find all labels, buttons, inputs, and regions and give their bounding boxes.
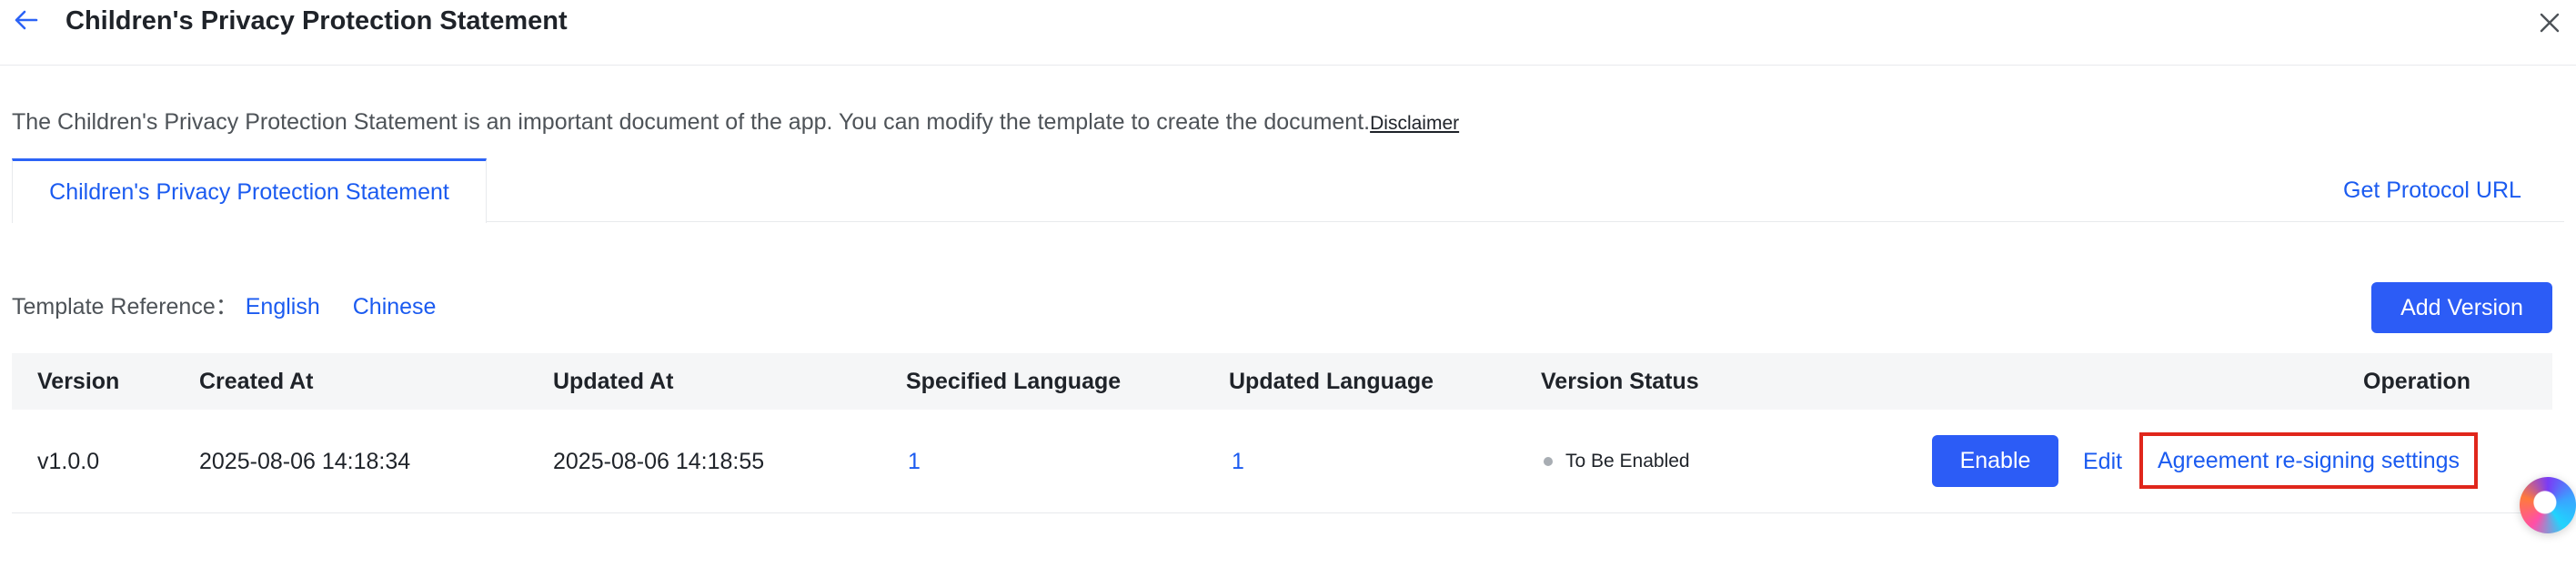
column-updated-language: Updated Language xyxy=(1229,369,1434,394)
column-version-status: Version Status xyxy=(1541,369,1699,394)
disclaimer-link[interactable]: Disclaimer xyxy=(1370,113,1459,134)
status-dot xyxy=(1544,457,1553,466)
version-cell: v1.0.0 xyxy=(37,449,100,474)
add-version-button[interactable]: Add Version xyxy=(2371,282,2552,333)
get-protocol-url-link[interactable]: Get Protocol URL xyxy=(2343,175,2521,206)
tab-childrens-privacy-statement[interactable]: Children's Privacy Protection Statement xyxy=(12,158,487,223)
column-created-at: Created At xyxy=(199,369,314,394)
column-version: Version xyxy=(37,369,120,394)
back-button[interactable] xyxy=(9,4,42,36)
created-at-cell: 2025-08-06 14:18:34 xyxy=(199,449,411,474)
table-row: v1.0.0 2025-08-06 14:18:34 2025-08-06 14… xyxy=(12,410,2552,513)
page: Children's Privacy Protection Statement … xyxy=(0,0,2576,568)
description-text: The Children's Privacy Protection Statem… xyxy=(12,109,1371,135)
ai-assistant-icon[interactable] xyxy=(2520,477,2576,533)
template-chinese-link[interactable]: Chinese xyxy=(353,294,437,320)
updated-at-cell: 2025-08-06 14:18:55 xyxy=(553,449,765,474)
description: The Children's Privacy Protection Statem… xyxy=(12,107,1459,138)
page-title: Children's Privacy Protection Statement xyxy=(65,6,568,36)
arrow-left-icon xyxy=(15,10,38,30)
agreement-resigning-settings-link[interactable]: Agreement re-signing settings xyxy=(2139,432,2478,489)
close-icon xyxy=(2540,13,2560,33)
status-badge: To Be Enabled xyxy=(1544,410,1690,513)
column-updated-at: Updated At xyxy=(553,369,674,394)
template-reference: Template Reference： English Chinese xyxy=(12,291,436,322)
tab-bar: Children's Privacy Protection Statement xyxy=(12,158,2564,223)
specified-language-link[interactable]: 1 xyxy=(908,410,921,513)
edit-link[interactable]: Edit xyxy=(2083,410,2122,513)
enable-button[interactable]: Enable xyxy=(1932,435,2058,487)
close-button[interactable] xyxy=(2534,7,2565,38)
status-text: To Be Enabled xyxy=(1565,451,1690,472)
template-english-link[interactable]: English xyxy=(246,294,320,320)
column-specified-language: Specified Language xyxy=(906,369,1122,394)
table-header: Version Created At Updated At Specified … xyxy=(12,353,2552,410)
template-reference-label: Template Reference： xyxy=(12,294,238,320)
column-operation: Operation xyxy=(2363,369,2471,394)
header: Children's Privacy Protection Statement xyxy=(0,0,2576,66)
updated-language-link[interactable]: 1 xyxy=(1232,410,1244,513)
